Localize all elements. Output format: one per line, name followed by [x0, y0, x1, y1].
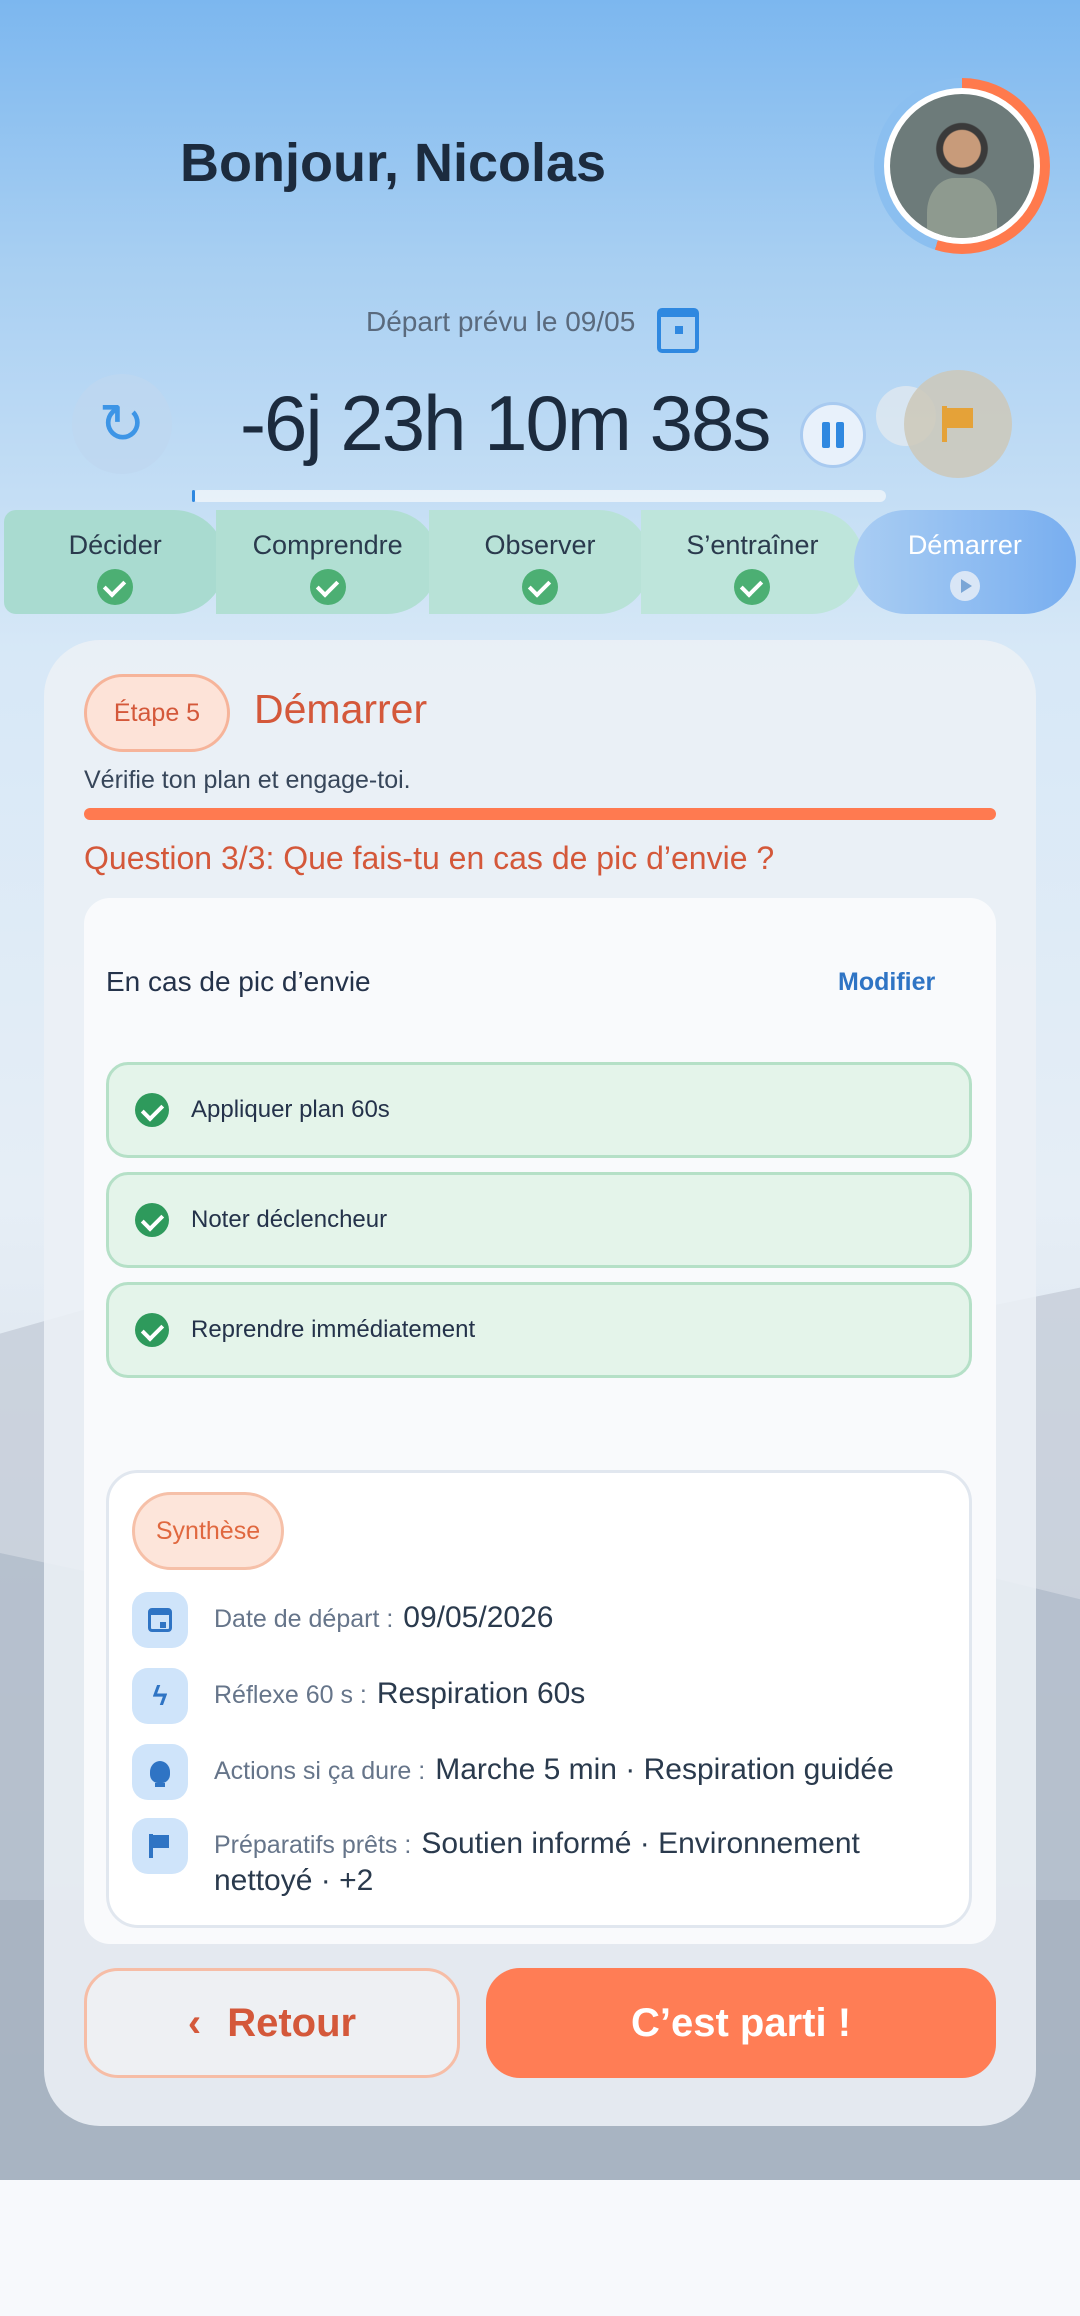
section-title: En cas de pic d’envie [106, 966, 371, 997]
greeting-title: Bonjour, Nicolas [180, 133, 607, 193]
summary-label: Actions si ça dure : [214, 1757, 426, 1785]
summary-label: Préparatifs prêts : [214, 1831, 412, 1859]
step-badge: Étape 5 [84, 674, 230, 752]
step-tab-comprendre[interactable]: Comprendre [216, 510, 439, 614]
step-label: Démarrer [907, 530, 1022, 560]
option-label: Reprendre immédiatement [191, 1316, 476, 1343]
step-label: Décider [68, 530, 162, 560]
option-label: Noter déclencheur [191, 1206, 388, 1233]
check-icon [97, 569, 134, 605]
countdown-progress-fill [192, 490, 196, 502]
calendar-icon [132, 1592, 188, 1648]
option-item[interactable]: Reprendre immédiatement [106, 1282, 972, 1378]
option-item[interactable]: Noter déclencheur [106, 1172, 972, 1268]
summary-row-reflex: ϟ Réflexe 60 s : Respiration 60s [132, 1668, 952, 1724]
pause-icon [822, 422, 830, 448]
calendar-icon[interactable] [657, 304, 700, 353]
question-title: Question 3/3: Que fais-tu en cas de pic … [84, 840, 775, 876]
step-tabs: Décider Comprendre Observer S’entraîner … [4, 510, 1077, 614]
lightbulb-icon [132, 1744, 188, 1800]
summary-row-actions: Actions si ça dure : Marche 5 min · Respi… [132, 1744, 952, 1800]
summary-badge: Synthèse [132, 1492, 284, 1570]
check-icon [522, 569, 559, 605]
check-icon [309, 569, 346, 605]
summary-row-date: Date de départ : 09/05/2026 [132, 1592, 952, 1648]
countdown-progress [192, 490, 886, 502]
back-button[interactable]: ‹ Retour [84, 1968, 460, 2078]
check-icon [135, 1203, 169, 1237]
card-progress-bar [84, 808, 996, 820]
step-tab-decider[interactable]: Décider [4, 510, 227, 614]
step-label: Comprendre [252, 530, 403, 560]
step-tab-observer[interactable]: Observer [428, 510, 652, 614]
chevron-left-icon: ‹ [187, 2000, 202, 2045]
step-label: Observer [484, 530, 596, 560]
option-item[interactable]: Appliquer plan 60s [106, 1062, 972, 1158]
check-icon [734, 569, 771, 605]
summary-value: Marche 5 min · Respiration guidée [435, 1753, 894, 1786]
flag-icon [942, 406, 974, 442]
modify-button[interactable]: Modifier [838, 968, 935, 997]
summary-value: 09/05/2026 [403, 1601, 554, 1634]
back-label: Retour [227, 2000, 357, 2045]
play-icon [949, 571, 980, 601]
departure-label: Départ prévu le 09/05 [366, 306, 636, 337]
flag-button[interactable] [904, 370, 1012, 478]
check-icon [135, 1093, 169, 1127]
summary-value: Respiration 60s [376, 1677, 586, 1710]
pause-button[interactable] [800, 402, 866, 468]
avatar-button[interactable] [874, 78, 1050, 254]
pause-icon [836, 422, 844, 448]
avatar-frame [884, 88, 1040, 244]
option-label: Appliquer plan 60s [191, 1096, 390, 1123]
countdown-timer: -6j 23h 10m 38s [240, 379, 771, 467]
step-tab-demarrer[interactable]: Démarrer [853, 510, 1077, 614]
start-button[interactable]: C’est parti ! [486, 1968, 996, 2078]
check-icon [135, 1313, 169, 1347]
summary-label: Date de départ : [214, 1605, 394, 1633]
refresh-icon: ↻ [98, 392, 146, 455]
departure-date: Départ prévu le 09/05 [366, 304, 700, 353]
flag-icon [132, 1818, 188, 1874]
avatar [890, 94, 1034, 238]
summary-row-preparations: Préparatifs prêts : Soutien informé · Env… [132, 1818, 952, 1899]
bolt-icon: ϟ [132, 1668, 188, 1724]
step-label: S’entraîner [686, 530, 819, 560]
step-tab-sentrainer[interactable]: S’entraîner [641, 510, 864, 614]
card-title: Démarrer [254, 686, 428, 732]
reset-button[interactable]: ↻ [72, 374, 172, 474]
card-subtitle: Vérifie ton plan et engage-toi. [84, 766, 411, 794]
summary-label: Réflexe 60 s : [214, 1681, 367, 1709]
